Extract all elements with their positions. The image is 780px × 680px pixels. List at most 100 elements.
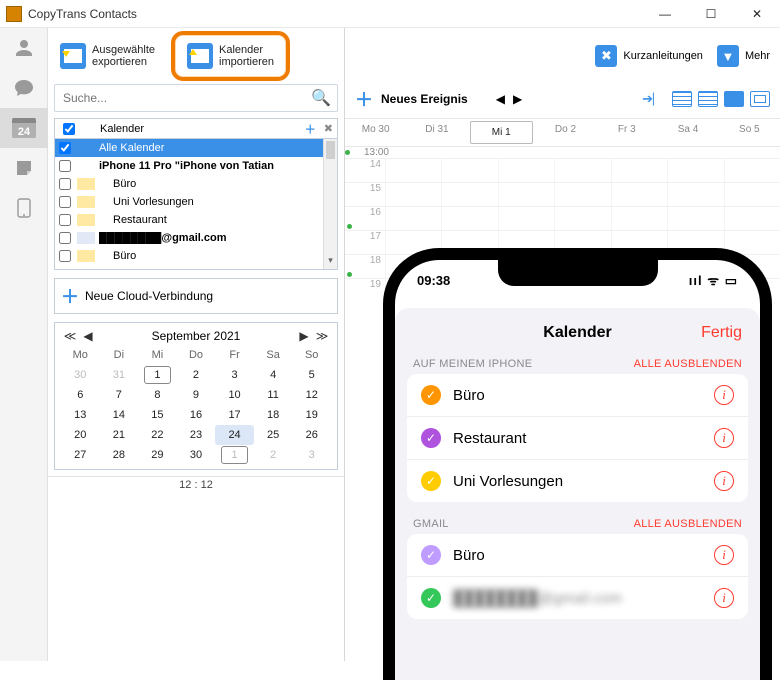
week-day-header[interactable]: Do 2: [535, 119, 596, 146]
view-workweek-icon[interactable]: [724, 91, 744, 107]
hour-cell[interactable]: [498, 159, 554, 182]
calendar-day[interactable]: 26: [292, 425, 331, 445]
next-month-button[interactable]: ▶: [295, 329, 313, 343]
hour-cell[interactable]: [667, 207, 723, 230]
calendar-day[interactable]: 27: [61, 445, 100, 465]
hour-cell[interactable]: [724, 231, 780, 254]
scroll-thumb[interactable]: [326, 141, 335, 159]
calendar-day[interactable]: 2: [254, 445, 293, 465]
calendar-day[interactable]: 12: [292, 385, 331, 405]
rail-device-icon[interactable]: [0, 188, 48, 228]
calendar-day[interactable]: 7: [100, 385, 139, 405]
hour-cell[interactable]: [724, 207, 780, 230]
hour-cell[interactable]: [667, 159, 723, 182]
info-icon[interactable]: i: [714, 428, 734, 448]
calendar-day[interactable]: 15: [138, 405, 177, 425]
calendar-row[interactable]: iPhone 11 Pro "iPhone von Tatian▯: [55, 157, 337, 175]
calendar-day[interactable]: 13: [61, 405, 100, 425]
new-event-button[interactable]: Neues Ereignis: [381, 92, 468, 106]
calendar-day[interactable]: 1: [215, 445, 254, 465]
checkbox-all[interactable]: [63, 123, 75, 135]
calendar-day[interactable]: 31: [100, 365, 139, 385]
calendar-day[interactable]: 11: [254, 385, 293, 405]
rail-messages-icon[interactable]: [0, 68, 48, 108]
hour-cell[interactable]: [498, 231, 554, 254]
calendar-day[interactable]: 22: [138, 425, 177, 445]
phone-hide-all-local[interactable]: ALLE AUSBLENDEN: [634, 358, 742, 370]
prev-month-button[interactable]: ◀: [79, 329, 97, 343]
calendar-day[interactable]: 4: [254, 365, 293, 385]
calendar-day[interactable]: 19: [292, 405, 331, 425]
add-calendar-button[interactable]: ＋: [301, 121, 320, 137]
hour-cell[interactable]: [385, 183, 441, 206]
minimize-button[interactable]: —: [642, 0, 688, 28]
calendar-day[interactable]: 14: [100, 405, 139, 425]
next-year-button[interactable]: ≫: [313, 329, 331, 343]
calendar-day[interactable]: 16: [177, 405, 216, 425]
rail-contacts-icon[interactable]: [0, 28, 48, 68]
calendar-checkbox[interactable]: [59, 196, 71, 208]
week-day-header[interactable]: Mi 1: [470, 121, 533, 144]
info-icon[interactable]: i: [714, 385, 734, 405]
hour-cell[interactable]: [441, 183, 497, 206]
phone-calendar-item[interactable]: ✓Uni Vorlesungeni: [407, 460, 748, 502]
calendar-day[interactable]: 3: [215, 365, 254, 385]
phone-calendar-item[interactable]: ✓Büroi: [407, 534, 748, 577]
week-day-header[interactable]: So 5: [719, 119, 780, 146]
calendar-checkbox[interactable]: [59, 250, 71, 262]
hour-cell[interactable]: [611, 159, 667, 182]
hour-cell[interactable]: [441, 207, 497, 230]
calendar-day[interactable]: 28: [100, 445, 139, 465]
hour-cell[interactable]: [441, 231, 497, 254]
hour-cell[interactable]: [554, 183, 610, 206]
search-icon[interactable]: 🔍: [311, 88, 331, 108]
calendar-checkbox[interactable]: [59, 214, 71, 226]
phone-calendar-item[interactable]: ✓████████@gmail.comi: [407, 577, 748, 619]
phone-calendar-item[interactable]: ✓Restauranti: [407, 417, 748, 460]
calendar-row[interactable]: Büro: [55, 247, 337, 265]
goto-today-icon[interactable]: ➔⎸: [642, 91, 666, 107]
phone-done-button[interactable]: Fertig: [692, 324, 742, 342]
hour-cell[interactable]: [385, 159, 441, 182]
scroll-down-icon[interactable]: ▾: [324, 255, 337, 269]
calendar-day[interactable]: 6: [61, 385, 100, 405]
calendar-day[interactable]: 10: [215, 385, 254, 405]
search-box[interactable]: 🔍: [54, 84, 338, 112]
phone-calendar-item[interactable]: ✓Büroi: [407, 374, 748, 417]
hour-cell[interactable]: [611, 207, 667, 230]
calendar-day[interactable]: 5: [292, 365, 331, 385]
hour-cell[interactable]: [611, 183, 667, 206]
new-cloud-connection-button[interactable]: ＋ Neue Cloud-Verbindung: [54, 278, 338, 314]
calendar-checkbox[interactable]: [59, 160, 71, 172]
calendar-day[interactable]: 21: [100, 425, 139, 445]
info-icon[interactable]: i: [714, 545, 734, 565]
calendar-day[interactable]: 29: [138, 445, 177, 465]
hour-cell[interactable]: [724, 159, 780, 182]
hour-cell[interactable]: [554, 159, 610, 182]
week-day-header[interactable]: Di 31: [406, 119, 467, 146]
hour-cell[interactable]: [667, 231, 723, 254]
calendar-day[interactable]: 2: [177, 365, 216, 385]
export-selected-button[interactable]: Ausgewählte exportieren: [54, 39, 161, 73]
hour-cell[interactable]: [385, 231, 441, 254]
rail-calendar-icon[interactable]: 24: [0, 108, 48, 148]
week-day-header[interactable]: Mo 30: [345, 119, 406, 146]
calendar-day[interactable]: 20: [61, 425, 100, 445]
hour-cell[interactable]: [498, 207, 554, 230]
more-button[interactable]: ▼ Mehr: [717, 45, 770, 67]
view-day-icon[interactable]: [750, 91, 770, 107]
info-icon[interactable]: i: [714, 588, 734, 608]
calendar-day[interactable]: 25: [254, 425, 293, 445]
view-month-icon[interactable]: [672, 91, 692, 107]
hour-cell[interactable]: [554, 231, 610, 254]
delete-calendar-button[interactable]: ✖: [320, 122, 337, 135]
calendar-day[interactable]: 9: [177, 385, 216, 405]
rail-notes-icon[interactable]: [0, 148, 48, 188]
calendar-day[interactable]: 1: [138, 365, 177, 385]
calendar-day[interactable]: 30: [61, 365, 100, 385]
calendar-day[interactable]: 24: [215, 425, 254, 445]
prev-week-button[interactable]: ◀: [496, 92, 505, 106]
calendar-checkbox[interactable]: [59, 178, 71, 190]
calendar-checkbox[interactable]: [59, 232, 71, 244]
hour-cell[interactable]: [498, 183, 554, 206]
